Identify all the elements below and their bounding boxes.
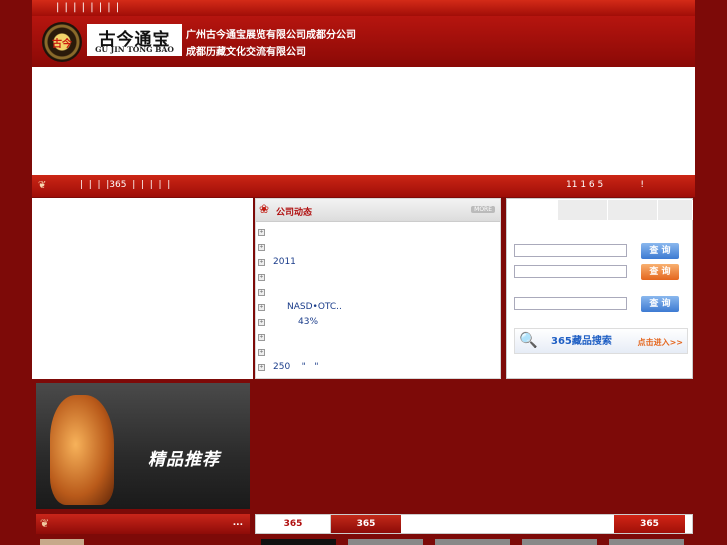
magnifier-icon: 🔍 (519, 331, 538, 349)
plus-icon: + (258, 349, 265, 356)
news-item[interactable]: + NASD•OTC.. (256, 300, 500, 315)
news-item[interactable]: +2011 (256, 255, 500, 270)
search-button-3[interactable]: 查 询 (641, 296, 679, 312)
amber-stone-image (50, 395, 114, 505)
thumbnail[interactable] (522, 539, 597, 545)
news-item[interactable]: + (256, 330, 500, 345)
tab-365-second[interactable]: 365 (331, 515, 401, 533)
section-logo-icon: ❦ (40, 517, 50, 530)
news-item[interactable]: + (256, 270, 500, 285)
search-input-2[interactable] (514, 265, 627, 278)
plus-icon: + (258, 334, 265, 341)
site-header: 古今 古今通宝 GU JIN TONG BAO 广州古今通宝展览有限公司成都分公… (32, 16, 695, 67)
thumbnail-strip (36, 537, 693, 545)
thumbnail[interactable] (435, 539, 510, 545)
search-button-2[interactable]: 查 询 (641, 264, 679, 280)
collection-search-title: 365藏品搜索 (551, 336, 612, 347)
featured-item-image[interactable]: 精品推荐 (36, 383, 250, 509)
news-item-text[interactable]: NASD•OTC.. (287, 302, 342, 312)
plus-icon: + (258, 319, 265, 326)
thumbnail[interactable] (40, 539, 84, 545)
enter-link[interactable]: 点击进入>> (638, 337, 683, 348)
coin-logo-icon[interactable]: 古今 (42, 22, 82, 62)
collection-search-banner[interactable]: 🔍 365藏品搜索 点击进入>> (514, 328, 688, 354)
main-menu-bar: ❦ | | | |365 | | | | | 11 1 6 5 ! (32, 175, 695, 197)
news-title: 公司动态 (276, 208, 313, 218)
search-tab-1[interactable] (508, 200, 558, 220)
plus-icon: + (258, 304, 265, 311)
top-nav-links[interactable]: | | | | | | | | (56, 2, 120, 13)
plus-icon: + (258, 364, 265, 371)
scrolling-notice: 11 1 6 5 ! (566, 180, 645, 190)
news-item[interactable]: + (256, 240, 500, 255)
news-item-text[interactable]: 2011 (273, 257, 296, 267)
top-nav-bar: | | | | | | | | (32, 0, 695, 17)
company-name-primary: 广州古今通宝展览有限公司成都分公司 (186, 30, 356, 41)
thumbnail[interactable] (609, 539, 684, 545)
news-item-text[interactable]: 250 " " (273, 362, 318, 372)
news-header: ❀ 公司动态 MORE (256, 199, 500, 222)
news-more-button[interactable]: MORE (471, 206, 495, 213)
search-panel: 查 询 查 询 查 询 🔍 365藏品搜索 点击进入>> (506, 198, 693, 379)
brand-logo[interactable]: 古今通宝 GU JIN TONG BAO (87, 24, 182, 56)
thumbnail[interactable] (261, 539, 336, 545)
tab-365-active[interactable]: 365 (256, 515, 331, 533)
search-tab-2[interactable] (558, 200, 608, 220)
news-item[interactable]: + (256, 285, 500, 300)
bottom-left-section-bar: ❦ ... (36, 514, 250, 534)
menu-logo-icon: ❦ (38, 180, 47, 191)
brand-logo-en: GU JIN TONG BAO (95, 45, 174, 54)
company-news-panel: ❀ 公司动态 MORE + + +2011 + + + NASD•OTC.. +4… (255, 198, 501, 379)
plus-icon: + (258, 274, 265, 281)
plus-icon: + (258, 259, 265, 266)
plus-icon: + (258, 229, 265, 236)
tab-365-third[interactable]: 365 (614, 515, 685, 533)
thumbnail[interactable] (348, 539, 423, 545)
news-item-text[interactable]: 43% (298, 317, 318, 327)
search-tab-3[interactable] (608, 200, 658, 220)
coin-logo-text: 古今 (52, 39, 72, 50)
plus-icon: + (258, 244, 265, 251)
news-item[interactable]: + (256, 225, 500, 240)
news-item[interactable]: +43% (256, 315, 500, 330)
banner-area (32, 67, 695, 175)
bottom-tabs-bar: 365 365 365 (255, 514, 693, 534)
news-item[interactable]: + (256, 345, 500, 360)
company-name-secondary: 成都历藏文化交流有限公司 (186, 47, 306, 58)
lotus-icon: ❀ (259, 202, 270, 216)
news-item[interactable]: +250 " " (256, 360, 500, 375)
search-input-3[interactable] (514, 297, 627, 310)
more-link[interactable]: ... (233, 518, 243, 528)
search-tab-4[interactable] (658, 200, 693, 220)
search-input-1[interactable] (514, 244, 627, 257)
main-menu-items[interactable]: | | | |365 | | | | | (80, 180, 170, 190)
plus-icon: + (258, 289, 265, 296)
featured-caption: 精品推荐 (148, 450, 220, 470)
search-button-1[interactable]: 查 询 (641, 243, 679, 259)
left-content-panel (32, 198, 253, 379)
